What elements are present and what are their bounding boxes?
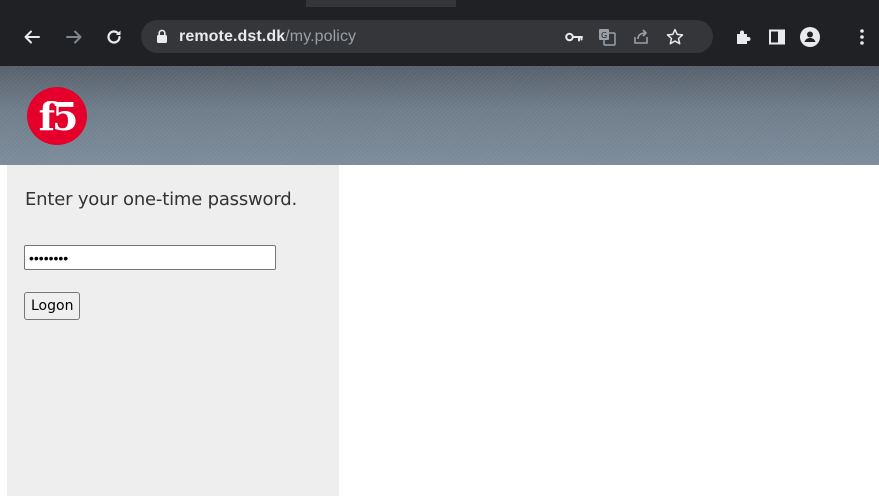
forward-button[interactable] (62, 25, 86, 49)
bookmark-button[interactable] (664, 26, 686, 48)
browser-toolbar: remote.dst.dk/my.policy G (0, 0, 879, 66)
address-bar[interactable]: remote.dst.dk/my.policy G (141, 20, 713, 53)
translate-button[interactable]: G (596, 26, 618, 48)
extensions-button[interactable] (730, 24, 756, 50)
profile-button[interactable] (797, 24, 823, 50)
password-key-button[interactable] (563, 26, 585, 48)
reload-icon (107, 30, 121, 44)
side-panel-button[interactable] (764, 24, 790, 50)
reload-button[interactable] (102, 25, 126, 49)
profile-icon (800, 27, 820, 47)
logon-button[interactable]: Logon (24, 292, 81, 320)
side-panel-icon (769, 29, 785, 45)
header-banner: f5 (0, 66, 879, 165)
back-button[interactable] (20, 25, 44, 49)
url-text[interactable]: remote.dst.dk/my.policy (179, 27, 356, 46)
otp-password-field[interactable] (24, 245, 276, 270)
key-icon (565, 32, 583, 42)
translate-icon: G (599, 29, 616, 46)
otp-prompt: Enter your one-time password. (25, 189, 297, 210)
tab-strip-edge (306, 0, 456, 7)
logo-text: f5 (39, 94, 76, 139)
url-path: /my.policy (285, 28, 357, 45)
login-panel: Enter your one-time password. Logon (7, 165, 339, 496)
svg-text:G: G (601, 31, 607, 40)
puzzle-icon (737, 30, 751, 44)
share-button[interactable] (630, 26, 652, 48)
url-host: remote.dst.dk (179, 28, 286, 45)
forward-arrow-icon (66, 30, 82, 44)
back-arrow-icon (24, 30, 40, 44)
share-icon (634, 29, 648, 44)
lock-icon[interactable] (156, 29, 168, 43)
star-icon (666, 28, 684, 45)
f5-logo: f5 (27, 87, 87, 145)
kebab-menu-icon (860, 29, 864, 45)
browser-menu-button[interactable] (849, 24, 875, 50)
